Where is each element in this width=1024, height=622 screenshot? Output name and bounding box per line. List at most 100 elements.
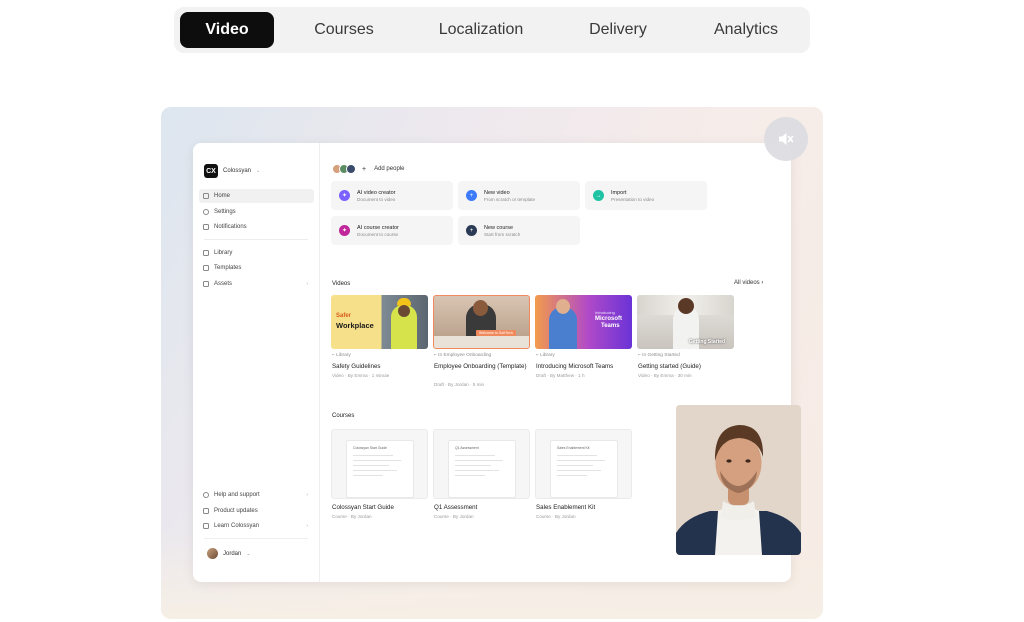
all-videos-link[interactable]: All videos › (734, 280, 763, 286)
avatar (346, 164, 356, 174)
sidebar-item-assets[interactable]: Assets › (199, 277, 314, 291)
video-thumbnail[interactable]: Getting Started (637, 295, 734, 349)
sidebar-item-label: Templates (214, 265, 242, 271)
thumbnail-text: Welcome to SoftTech (476, 330, 516, 336)
sidebar-item-label: Product updates (214, 508, 258, 514)
course-thumbnail[interactable]: Q1 Assessment (433, 429, 530, 499)
sidebar-item-label: Settings (214, 209, 236, 215)
workspace-logo: CX (204, 164, 218, 178)
video-title: Safety Guidelines (332, 363, 381, 370)
sidebar-item-templates[interactable]: Templates (199, 261, 314, 275)
card-title: AI course creator (357, 224, 399, 231)
new-video-card[interactable]: + New video From scratch or template (458, 181, 580, 210)
tab-video[interactable]: Video (180, 12, 274, 48)
sidebar-item-notifications[interactable]: Notifications (199, 220, 314, 234)
mute-button[interactable] (764, 117, 808, 161)
video-meta: Draft · By Jordan · 5 min (434, 382, 485, 387)
workspace-name: Colossyan (223, 168, 252, 174)
chevron-down-icon: ⌄ (256, 168, 261, 174)
thumbnail-text: Microsoft (595, 316, 622, 322)
bell-icon (203, 224, 209, 230)
course-thumbnail[interactable]: Sales Enablement Kit (535, 429, 632, 499)
thumbnail-text: Introducing (595, 310, 615, 315)
course-document-preview: Colossyan Start Guide (346, 440, 414, 498)
import-icon: → (593, 190, 604, 201)
videos-section-title: Videos (332, 281, 351, 287)
ai-course-creator-card[interactable]: ✦ AI course creator Document to course (331, 216, 453, 245)
card-subtitle: Presentation to video (611, 196, 655, 202)
course-thumbnail[interactable]: Colossyan Start Guide (331, 429, 428, 499)
plus-icon: + (362, 165, 367, 173)
ai-video-creator-card[interactable]: ✦ AI video creator Document to video (331, 181, 453, 210)
sidebar-item-help[interactable]: Help and support › (199, 488, 314, 502)
card-subtitle: Document to video (357, 196, 396, 202)
feature-tab-bar: Video Courses Localization Delivery Anal… (174, 7, 810, 53)
help-icon (203, 492, 209, 498)
sidebar-item-settings[interactable]: Settings (199, 205, 314, 219)
sidebar-item-label: Notifications (214, 224, 247, 230)
presenter-video (676, 405, 801, 555)
learn-icon (203, 523, 209, 529)
tab-courses[interactable]: Courses (290, 12, 398, 48)
thumbnail-text: Getting Started (689, 339, 726, 345)
presenter-head (398, 305, 410, 317)
chevron-right-icon: › (306, 281, 308, 287)
tab-delivery[interactable]: Delivery (562, 12, 674, 48)
arrow-right-icon: › (761, 280, 764, 286)
course-title: Colossyan Start Guide (332, 504, 394, 511)
video-thumbnail[interactable]: Welcome to SoftTech (433, 295, 530, 349)
sidebar-item-label: Help and support (214, 492, 260, 498)
add-people-label: Add people (374, 166, 405, 172)
user-menu[interactable]: Jordan ⌄ (207, 548, 251, 559)
card-subtitle: From scratch or template (484, 196, 536, 202)
sidebar-item-product-updates[interactable]: Product updates (199, 504, 314, 518)
card-title: New video (484, 189, 510, 196)
card-title: AI video creator (357, 189, 396, 196)
sidebar-item-learn[interactable]: Learn Colossyan › (199, 519, 314, 533)
thumbnail-text: Workplace (336, 321, 374, 330)
template-icon (203, 265, 209, 271)
video-folder: ⌐ Library (332, 353, 351, 358)
tab-analytics[interactable]: Analytics (688, 12, 804, 48)
sidebar-item-label: Learn Colossyan (214, 523, 260, 529)
avatar (207, 548, 218, 559)
courses-section-title: Courses (332, 413, 355, 419)
sidebar-item-label: Assets (214, 281, 233, 287)
thumbnail-text: Safer (336, 313, 352, 319)
video-folder: ⌐ Library (536, 353, 555, 358)
home-icon (203, 193, 209, 199)
sidebar-item-home[interactable]: Home (199, 189, 314, 203)
course-meta: Course · By Jordan (434, 514, 474, 519)
document-title: Colossyan Start Guide (353, 446, 387, 450)
course-document-preview: Sales Enablement Kit (550, 440, 618, 498)
all-videos-label: All videos (734, 280, 760, 286)
tab-localization[interactable]: Localization (418, 12, 544, 48)
sidebar-item-label: Library (214, 250, 233, 256)
sidebar-item-library[interactable]: Library (199, 246, 314, 260)
gear-icon (203, 209, 209, 215)
course-document-preview: Q1 Assessment (448, 440, 516, 498)
desk (434, 336, 529, 348)
presenter-portrait (676, 405, 801, 555)
presenter-head (473, 300, 488, 316)
card-subtitle: Start from scratch (484, 231, 521, 237)
sidebar: CX Colossyan ⌄ Home Settings Notificatio… (193, 143, 320, 582)
sparkle-icon: ✦ (339, 190, 350, 201)
collaborator-avatars (332, 164, 356, 174)
video-folder: ⌐ In Getting Started (638, 353, 680, 358)
course-title: Sales Enablement Kit (536, 504, 596, 511)
video-folder: ⌐ In Employee Onboarding (434, 353, 492, 358)
card-subtitle: Document to course (357, 231, 399, 237)
video-meta: Draft · By Matthew · 1 h (536, 373, 585, 378)
new-course-card[interactable]: + New course Start from scratch (458, 216, 580, 245)
sidebar-divider (204, 239, 308, 240)
workspace-switcher[interactable]: CX Colossyan ⌄ (204, 164, 260, 178)
course-meta: Course · By Jordan (536, 514, 576, 519)
import-card[interactable]: → Import Presentation to video (585, 181, 707, 210)
add-people-control[interactable]: + Add people (332, 164, 404, 174)
document-title: Sales Enablement Kit (557, 446, 590, 450)
video-thumbnail[interactable]: Introducing Microsoft Teams (535, 295, 632, 349)
video-thumbnail[interactable]: Safer Workplace (331, 295, 428, 349)
speaker-muted-icon (779, 133, 794, 145)
video-meta: Video · By Emma · 1 minute (332, 373, 390, 378)
